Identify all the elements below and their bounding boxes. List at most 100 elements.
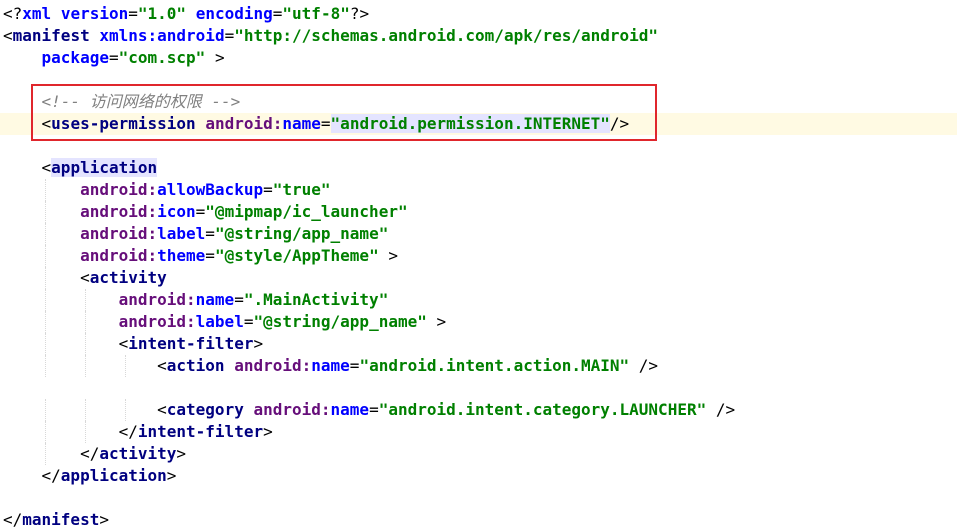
code-line[interactable]: android:name=".MainActivity" xyxy=(0,289,957,311)
code-token: = xyxy=(272,4,283,23)
indent-guide xyxy=(45,245,46,267)
code-token: = xyxy=(234,290,244,309)
code-token: name xyxy=(282,114,321,133)
code-editor[interactable]: <?xml version="1.0" encoding="utf-8"?> <m… xyxy=(0,3,957,531)
code-token: android: xyxy=(234,356,312,375)
code-line[interactable] xyxy=(0,135,957,157)
code-token: "@string/app_name" xyxy=(214,224,389,243)
code-token: > xyxy=(166,466,177,485)
code-token: /> xyxy=(629,356,659,375)
code-token: android: xyxy=(80,180,158,199)
code-token: application xyxy=(60,466,167,485)
code-token: encoding xyxy=(195,4,273,23)
code-token: > xyxy=(99,510,109,529)
code-line[interactable]: </activity> xyxy=(0,443,957,465)
code-token: activity xyxy=(89,268,167,287)
code-token: <? xyxy=(3,4,23,23)
code-line[interactable]: android:theme="@style/AppTheme" > xyxy=(0,245,957,267)
code-token: = xyxy=(263,180,273,199)
code-line[interactable]: <?xml version="1.0" encoding="utf-8"?> xyxy=(0,3,957,25)
code-token: "@style/AppTheme" xyxy=(214,246,379,265)
code-token: = xyxy=(369,400,379,419)
code-token: < xyxy=(118,334,129,353)
code-token: android: xyxy=(205,114,283,133)
code-token: android: xyxy=(253,400,331,419)
code-line[interactable]: </application> xyxy=(0,465,957,487)
code-line[interactable]: </manifest> xyxy=(0,509,957,531)
code-token: = xyxy=(205,246,215,265)
code-token: < xyxy=(80,268,90,287)
code-token: application xyxy=(51,158,158,177)
code-token: </ xyxy=(3,510,23,529)
indent-guide xyxy=(85,333,86,355)
code-token: <!-- 访问网络的权限 --> xyxy=(41,92,241,111)
code-token: name xyxy=(195,290,235,309)
code-token: < xyxy=(41,114,52,133)
indent-guide xyxy=(45,289,46,311)
code-token: category xyxy=(166,400,244,419)
indent-guide xyxy=(85,289,86,311)
code-line[interactable]: <application xyxy=(0,157,957,179)
indent-guide xyxy=(45,421,46,443)
code-token: label xyxy=(195,312,244,331)
code-token: = xyxy=(205,224,215,243)
code-token: xml xyxy=(22,4,52,23)
code-line[interactable]: <action android:name="android.intent.act… xyxy=(0,355,957,377)
code-line[interactable] xyxy=(0,487,957,509)
code-line[interactable]: <intent-filter> xyxy=(0,333,957,355)
code-token: android: xyxy=(80,202,158,221)
code-token: icon xyxy=(157,202,196,221)
code-token: = xyxy=(128,4,138,23)
code-token: > xyxy=(253,334,264,353)
code-token: < xyxy=(41,158,52,177)
code-token: ".MainActivity" xyxy=(243,290,389,309)
indent-guide xyxy=(45,355,46,377)
code-token: "android.intent.category.LAUNCHER" xyxy=(378,400,707,419)
code-token: "1.0" xyxy=(137,4,187,23)
code-token: intent-filter xyxy=(128,334,254,353)
code-token: > xyxy=(263,422,273,441)
indent-guide xyxy=(45,179,46,201)
code-line[interactable]: android:label="@string/app_name" xyxy=(0,223,957,245)
code-line[interactable]: <activity xyxy=(0,267,957,289)
code-line[interactable]: <uses-permission android:name="android.p… xyxy=(0,113,957,135)
code-line[interactable]: android:icon="@mipmap/ic_launcher" xyxy=(0,201,957,223)
indent-guide xyxy=(45,223,46,245)
code-line[interactable]: android:label="@string/app_name" > xyxy=(0,311,957,333)
code-line[interactable]: <category android:name="android.intent.c… xyxy=(0,399,957,421)
code-line[interactable]: </intent-filter> xyxy=(0,421,957,443)
code-token: intent-filter xyxy=(137,422,264,441)
indent-guide xyxy=(45,201,46,223)
code-line[interactable]: package="com.scp" > xyxy=(0,47,957,69)
code-token: > xyxy=(378,246,398,265)
indent-guide xyxy=(45,399,46,421)
code-token: android: xyxy=(80,246,158,265)
code-token: > xyxy=(426,312,447,331)
code-line[interactable]: android:allowBackup="true" xyxy=(0,179,957,201)
code-token: "@mipmap/ic_launcher" xyxy=(205,202,408,221)
code-token: "utf-8" xyxy=(282,4,350,23)
code-token: manifest xyxy=(12,26,90,45)
code-line[interactable] xyxy=(0,69,957,91)
code-line[interactable]: <!-- 访问网络的权限 --> xyxy=(0,91,957,113)
code-token: android: xyxy=(80,224,158,243)
code-token: "android.permission.INTERNET" xyxy=(330,114,610,133)
code-token: package xyxy=(41,48,109,67)
code-token: theme xyxy=(157,246,206,265)
indent-guide xyxy=(125,399,126,421)
code-token: uses-permission xyxy=(51,114,196,133)
code-line[interactable]: <manifest xmlns:android="http://schemas.… xyxy=(0,25,957,47)
code-token: < xyxy=(157,356,167,375)
code-token: </ xyxy=(80,444,100,463)
code-token: = xyxy=(195,202,206,221)
code-token: label xyxy=(157,224,206,243)
code-token: /> xyxy=(609,114,630,133)
code-line[interactable] xyxy=(0,377,957,399)
code-token: /> xyxy=(706,400,736,419)
code-token: "@string/app_name" xyxy=(253,312,427,331)
code-token: </ xyxy=(118,422,138,441)
